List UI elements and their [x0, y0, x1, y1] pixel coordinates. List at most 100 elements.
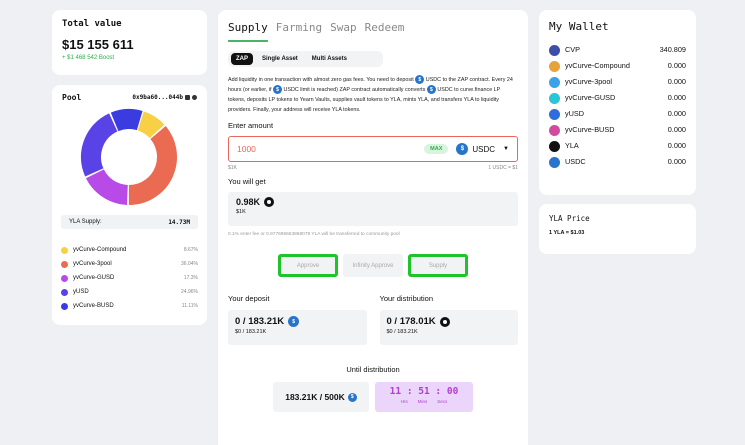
yusd-icon	[549, 109, 560, 120]
until-distribution-label: Until distribution	[346, 365, 400, 374]
total-value-card: Total value $15 155 611 + $1 468 542 Boo…	[52, 10, 207, 75]
legend-dot	[61, 246, 68, 254]
yla-supply-label: YLA Supply:	[69, 219, 102, 225]
wallet-token-name: yvCurve-BUSD	[565, 125, 615, 134]
wallet-token-balance: 0.000	[667, 141, 686, 150]
wallet-item: yvCurve-3pool 0.000	[549, 77, 686, 88]
deposit-box: 0 / 183.21K $ $0 / 183.21K	[228, 310, 367, 345]
you-will-get-label: You will get	[228, 177, 266, 186]
wallet-token-name: yUSD	[565, 109, 585, 118]
total-value-label: Total value	[62, 19, 122, 29]
amount-input-box[interactable]: 1000 MAX $ USDC ▼	[228, 136, 518, 162]
distribution-label: Your distribution	[379, 294, 434, 303]
legend-label: yvCurve-GUSD	[73, 275, 115, 281]
legend-dot	[61, 288, 68, 296]
wallet-item: yvCurve-Compound 0.000	[549, 61, 686, 72]
usdc-icon	[549, 157, 560, 168]
zap-description: Add liquidity in one transaction with al…	[228, 75, 518, 115]
legend-pct: 36.04%	[181, 261, 198, 267]
timer-unit-secs: Secs	[437, 399, 448, 404]
wallet-token-balance: 0.000	[667, 157, 686, 166]
timer-unit-mins: Mins	[417, 399, 428, 404]
legend-dot	[61, 274, 68, 282]
usdc-icon: $	[426, 85, 436, 95]
enter-amount-label: Enter amount	[228, 121, 274, 130]
legend-label: yvCurve-3pool	[73, 261, 112, 267]
tab-farming[interactable]: Farming	[276, 21, 322, 42]
supply-mode-tabs: ZAP Single Asset Multi Assets	[228, 51, 383, 67]
you-will-get-box: 0.98K $1K	[228, 192, 518, 226]
zap-cap-box: 183.21K / 500K $	[273, 382, 369, 412]
price-card: YLA Price 1 YLA = $1.03	[539, 204, 696, 254]
legend-item: yvCurve-Compound 8.67%	[61, 243, 198, 257]
tab-multi-assets[interactable]: Multi Assets	[307, 53, 352, 65]
price-title: YLA Price	[549, 214, 590, 223]
deposit-value: 0 / 183.21K	[235, 316, 285, 327]
legend-pct: 8.67%	[183, 247, 198, 253]
supply-button[interactable]: Supply	[408, 254, 468, 277]
distribution-usd: $0 / 183.21K	[386, 329, 418, 335]
distribution-value: 0 / 178.01K	[386, 316, 436, 327]
legend-pct: 24.96%	[181, 289, 198, 295]
deposit-usd: $0 / 183.21K	[235, 329, 267, 335]
main-panel: Supply Farming Swap Redeem ZAP Single As…	[218, 10, 528, 445]
timer-unit-hrs: Hrs	[400, 399, 408, 404]
wallet-token-balance: 0.000	[667, 61, 686, 70]
yla-icon	[549, 141, 560, 152]
tab-swap[interactable]: Swap	[330, 21, 357, 42]
amount-input[interactable]: 1000	[237, 144, 256, 154]
3pool-icon	[549, 77, 560, 88]
tab-zap[interactable]: ZAP	[231, 53, 253, 65]
usdc-rate: 1 USDC = $1	[488, 165, 518, 171]
usdc-icon: $	[415, 75, 425, 85]
wallet-item: yvCurve-GUSD 0.000	[549, 93, 686, 104]
main-tabs: Supply Farming Swap Redeem	[228, 10, 518, 42]
desc-part-1: Add liquidity in one transaction with al…	[228, 77, 414, 83]
legend-label: yvCurve-Compound	[73, 247, 127, 253]
yla-icon	[439, 316, 450, 327]
legend-item: yvCurve-BUSD 11.11%	[61, 299, 198, 313]
pool-legend: yvCurve-Compound 8.67% yvCurve-3pool 36.04%…	[61, 243, 198, 313]
chevron-down-icon: ▼	[503, 146, 509, 152]
pool-address: 0x9ba60...044b	[132, 94, 183, 101]
wallet-item: yvCurve-BUSD 0.000	[549, 125, 686, 136]
distribution-box: 0 / 178.01K $0 / 183.21K	[379, 310, 518, 345]
tab-supply[interactable]: Supply	[228, 21, 268, 42]
deposit-label: Your deposit	[228, 294, 270, 303]
wallet-token-name: yvCurve-GUSD	[565, 93, 616, 102]
you-will-get-usd: $1K	[236, 209, 246, 215]
token-select-label: USDC	[472, 144, 496, 154]
boost-value: + $1 468 542 Boost	[62, 55, 115, 61]
info-icon[interactable]	[192, 95, 197, 100]
usdc-icon: $	[347, 392, 357, 402]
legend-label: yUSD	[73, 289, 89, 295]
total-value: $15 155 611	[62, 37, 134, 52]
wallet-token-balance: 340.809	[659, 45, 686, 54]
pool-card: Pool 0x9ba60...044b YLA Supply: 14.73M y…	[52, 85, 207, 325]
wallet-item: yUSD 0.000	[549, 109, 686, 120]
tab-single-asset[interactable]: Single Asset	[257, 53, 303, 65]
copy-icon[interactable]	[185, 95, 190, 100]
wallet-token-name: yvCurve-3pool	[565, 77, 613, 86]
wallet-token-name: YLA	[565, 141, 579, 150]
countdown-value: 11 : 51 : 00	[389, 386, 459, 397]
countdown-timer: 11 : 51 : 00 Hrs Mins Secs	[375, 382, 473, 412]
wallet-token-balance: 0.000	[667, 109, 686, 118]
cvp-icon	[549, 45, 560, 56]
legend-item: yvCurve-GUSD 17.3%	[61, 271, 198, 285]
desc-part-3: USDC limit is reached) ZAP contract auto…	[283, 87, 426, 93]
wallet-card: My Wallet CVP 340.809 yvCurve-Compound 0.00…	[539, 10, 696, 195]
tab-redeem[interactable]: Redeem	[365, 21, 405, 42]
wallet-token-name: CVP	[565, 45, 581, 54]
compound-icon	[549, 61, 560, 72]
usdc-icon: $	[288, 316, 300, 327]
fee-note: 0.1% enter fee or 0.977696663868079 YLA …	[228, 232, 400, 237]
max-button[interactable]: MAX	[424, 144, 449, 154]
wallet-token-name: USDC	[565, 157, 586, 166]
infinity-approve-button[interactable]: Infinity Approve	[343, 254, 403, 277]
approve-button[interactable]: Approve	[278, 254, 338, 277]
price-value: 1 YLA = $1.03	[549, 230, 585, 236]
token-select[interactable]: $ USDC ▼	[456, 143, 509, 155]
gusd-icon	[549, 93, 560, 104]
usdc-icon: $	[456, 143, 469, 155]
